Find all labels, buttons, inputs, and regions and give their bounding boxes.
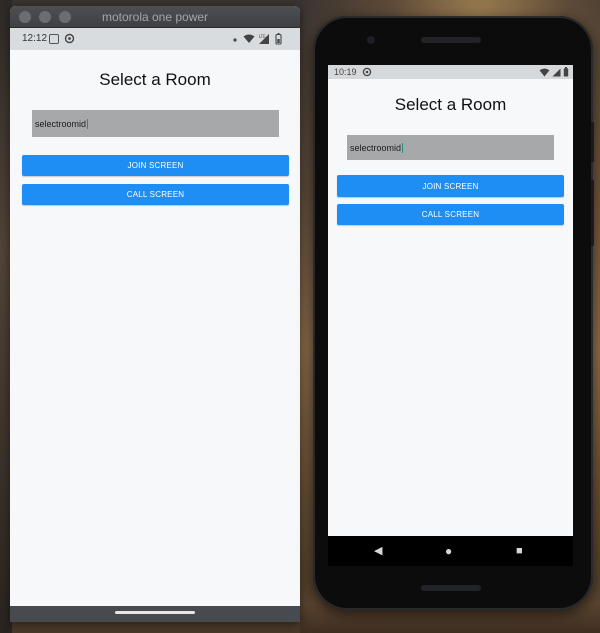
signal-icon (552, 68, 561, 77)
emulator-navigation-bar (10, 606, 300, 622)
call-screen-button[interactable]: CALL SCREEN (337, 204, 564, 225)
text-caret (402, 142, 404, 153)
recents-icon[interactable]: ■ (516, 544, 523, 558)
sync-icon (362, 67, 372, 77)
battery-icon (563, 67, 569, 77)
dot-icon (233, 38, 237, 42)
status-time: 12:12 (22, 33, 48, 44)
power-button (591, 122, 594, 162)
room-id-input-value: selectroomid (35, 118, 87, 129)
room-id-input[interactable]: selectroomid (347, 135, 554, 160)
battery-icon (275, 33, 282, 45)
earpiece-speaker (421, 37, 481, 43)
emulator-window: motorola one power 12:12 LTE Select a Ro… (10, 6, 300, 622)
gallery-icon (49, 34, 59, 44)
emulator-titlebar[interactable]: motorola one power (10, 6, 300, 28)
join-screen-button[interactable]: JOIN SCREEN (22, 155, 289, 176)
emulator-app-screen: Select a Room selectroomid JOIN SCREEN C… (10, 50, 300, 610)
wifi-icon (243, 34, 255, 43)
phone-navigation-bar: ◀ ● ■ (328, 536, 573, 566)
emulator-window-title: motorola one power (101, 10, 209, 24)
phone-status-bar: 10:19 (328, 65, 573, 79)
room-id-input[interactable]: selectroomid (32, 110, 279, 137)
home-gesture-bar[interactable] (115, 611, 195, 614)
phone-app-screen: 10:19 Select a Room selectroomid JOIN SC… (328, 65, 573, 536)
sync-icon (64, 33, 75, 44)
home-icon[interactable]: ● (445, 544, 452, 558)
phone-status-time: 10:19 (334, 67, 357, 77)
page-title: Select a Room (99, 70, 211, 89)
room-id-input-value: selectroomid (350, 142, 402, 153)
lte-signal-icon: LTE (259, 34, 269, 44)
call-screen-button[interactable]: CALL SCREEN (22, 184, 289, 205)
page-title: Select a Room (394, 95, 507, 114)
front-camera-icon (367, 36, 375, 44)
bottom-speaker (421, 585, 481, 591)
join-screen-button[interactable]: JOIN SCREEN (337, 175, 564, 197)
lte-label: LTE (259, 34, 266, 39)
emulator-status-bar: 12:12 LTE (10, 28, 300, 50)
volume-button (591, 180, 594, 246)
text-caret (87, 118, 89, 129)
back-icon[interactable]: ◀ (374, 544, 382, 558)
wifi-icon (539, 68, 550, 77)
